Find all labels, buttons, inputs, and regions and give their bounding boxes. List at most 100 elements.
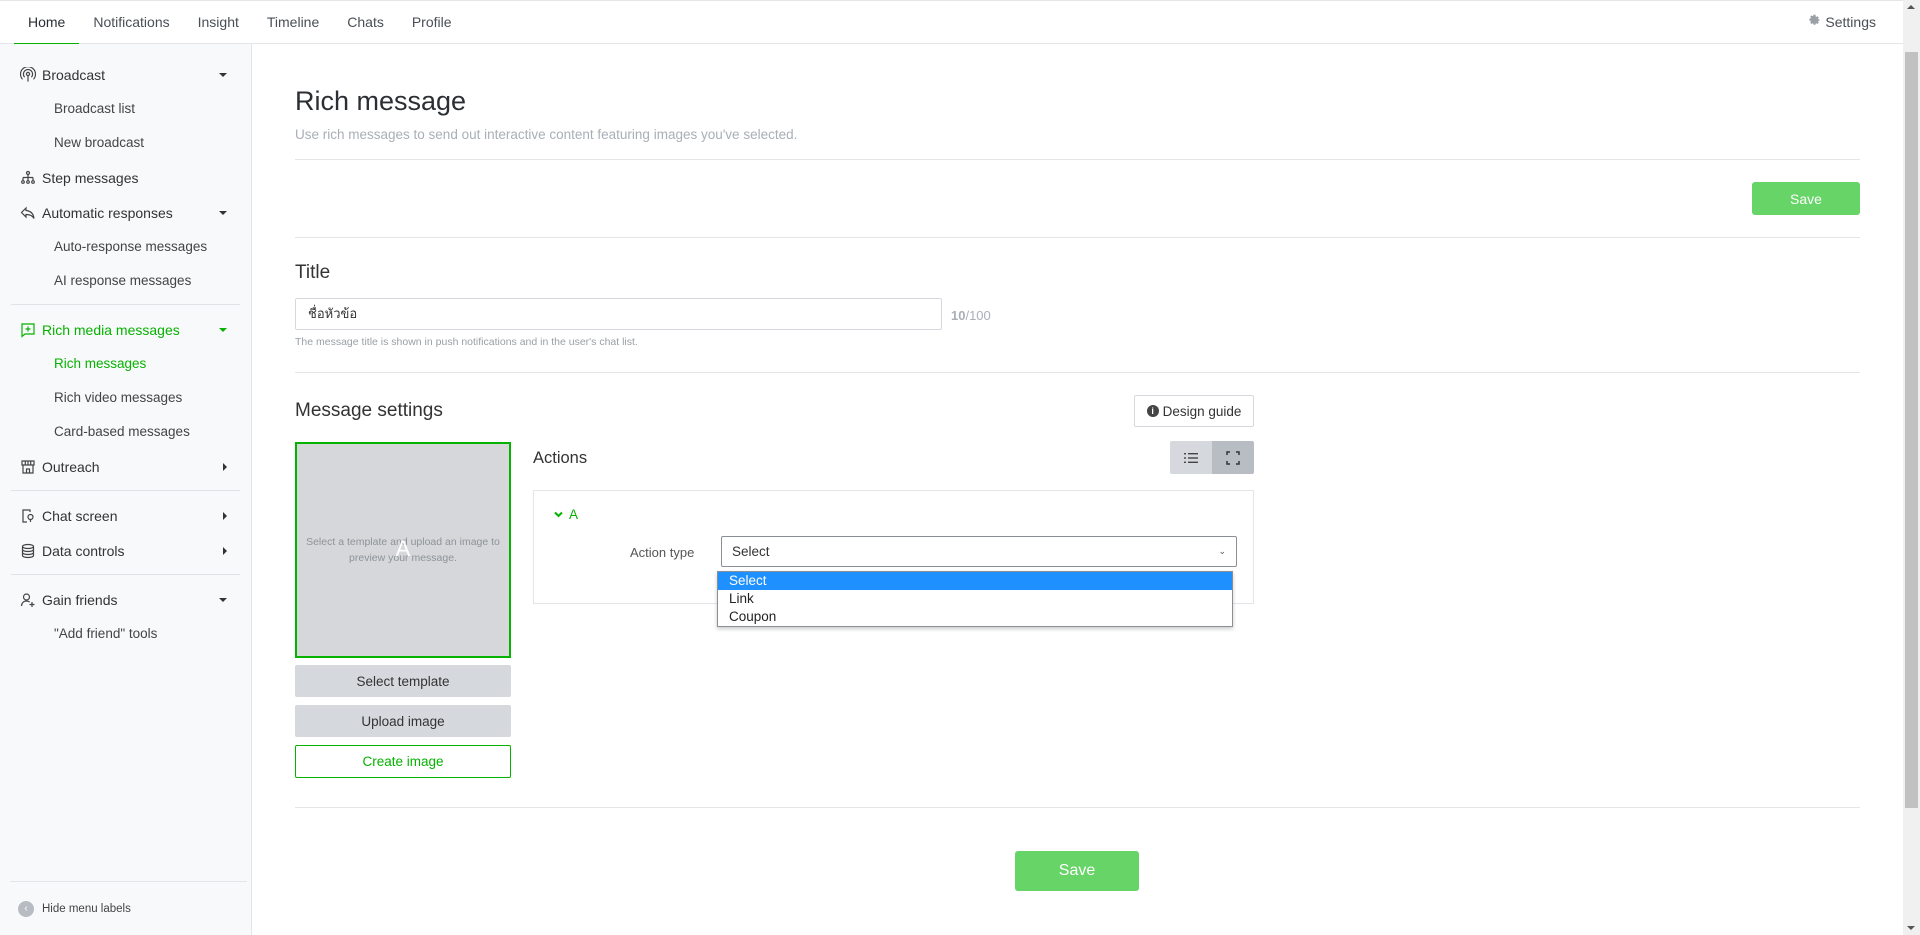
- tab-timeline[interactable]: Timeline: [253, 1, 333, 44]
- sidebar: Broadcast Broadcast list New broadcast S…: [0, 44, 252, 935]
- select-template-button[interactable]: Select template: [295, 665, 511, 697]
- chat-screen-icon: [19, 507, 36, 524]
- chevron-down-icon: ⌄: [1218, 546, 1226, 556]
- rich-media-icon: [19, 321, 36, 338]
- caret-right-icon: [223, 546, 227, 555]
- fullscreen-view-button[interactable]: [1212, 441, 1254, 474]
- sidebar-label: Data controls: [42, 542, 125, 559]
- tab-notifications[interactable]: Notifications: [79, 1, 183, 44]
- sidebar-label: Step messages: [42, 169, 139, 186]
- sidebar-item-auto-response-messages[interactable]: Auto-response messages: [0, 230, 251, 264]
- caret-right-icon: [223, 511, 227, 520]
- action-type-selected: Select: [732, 544, 770, 559]
- shop-icon: [19, 458, 36, 475]
- sidebar-item-step-messages[interactable]: Step messages: [0, 160, 251, 195]
- tab-home[interactable]: Home: [14, 1, 80, 45]
- sidebar-label: Automatic responses: [42, 204, 173, 221]
- action-type-select[interactable]: Select ⌄: [721, 536, 1237, 567]
- settings-link[interactable]: Settings: [1808, 1, 1876, 44]
- step-tree-icon: [19, 169, 36, 186]
- title-char-counter: 10/100: [951, 308, 991, 323]
- action-type-options: Select Link Coupon: [717, 571, 1233, 627]
- sidebar-divider: [11, 304, 240, 305]
- nav-group-broadcast: Broadcast Broadcast list New broadcast: [0, 57, 251, 160]
- caret-down-icon: [219, 327, 227, 332]
- create-image-button[interactable]: Create image: [295, 745, 511, 778]
- sidebar-item-add-friend-tools[interactable]: "Add friend" tools: [0, 617, 251, 651]
- broadcast-icon: [19, 66, 36, 83]
- view-toggle: [1170, 441, 1254, 474]
- action-type-label: Action type: [630, 545, 695, 560]
- char-count: 10: [951, 308, 966, 323]
- sidebar-divider: [11, 490, 240, 491]
- sidebar-divider: [11, 574, 240, 575]
- list-view-button[interactable]: [1170, 441, 1212, 474]
- option-link[interactable]: Link: [718, 590, 1232, 608]
- page-scrollbar[interactable]: [1903, 0, 1920, 935]
- upload-image-button[interactable]: Upload image: [295, 705, 511, 737]
- nav-group-gain-friends: Gain friends "Add friend" tools: [0, 582, 251, 651]
- chevron-left-icon: ‹: [18, 900, 34, 917]
- divider: [295, 159, 1860, 160]
- reply-icon: [19, 204, 36, 221]
- char-max: /100: [965, 308, 991, 323]
- tab-insight[interactable]: Insight: [184, 1, 253, 44]
- scroll-up-arrow-icon[interactable]: [1907, 5, 1915, 9]
- scroll-down-arrow-icon[interactable]: [1907, 926, 1915, 930]
- info-icon: i: [1146, 405, 1159, 417]
- sidebar-item-broadcast-list[interactable]: Broadcast list: [0, 92, 251, 126]
- area-a-toggle[interactable]: A: [554, 507, 578, 522]
- top-nav-bar: Home Notifications Insight Timeline Chat…: [0, 0, 1903, 45]
- option-select[interactable]: Select: [718, 572, 1232, 590]
- design-guide-label: Design guide: [1162, 403, 1242, 419]
- option-coupon[interactable]: Coupon: [718, 608, 1232, 626]
- scrollbar-thumb[interactable]: [1905, 52, 1918, 808]
- design-guide-button[interactable]: i Design guide: [1134, 395, 1254, 427]
- sidebar-item-data-controls[interactable]: Data controls: [0, 533, 251, 568]
- title-section-heading: Title: [295, 262, 331, 283]
- divider: [295, 807, 1860, 808]
- sidebar-item-card-based-messages[interactable]: Card-based messages: [0, 415, 251, 449]
- area-label: A: [569, 507, 579, 522]
- nav-group-rich-media: Rich media messages Rich messages Rich v…: [0, 312, 251, 449]
- save-button-bottom[interactable]: Save: [1015, 851, 1139, 891]
- sidebar-item-ai-response-messages[interactable]: AI response messages: [0, 264, 251, 298]
- caret-down-icon: [219, 597, 227, 602]
- main-tabs: Home Notifications Insight Timeline Chat…: [14, 1, 466, 45]
- hide-menu-labels-button[interactable]: ‹ Hide menu labels: [10, 881, 247, 935]
- sidebar-item-chat-screen[interactable]: Chat screen: [0, 498, 251, 533]
- sidebar-label: Chat screen: [42, 507, 118, 524]
- save-button-top[interactable]: Save: [1752, 182, 1860, 215]
- sidebar-item-broadcast[interactable]: Broadcast: [0, 57, 251, 92]
- chevron-down-icon: [554, 511, 563, 518]
- page-description: Use rich messages to send out interactiv…: [295, 127, 798, 142]
- divider: [295, 372, 1860, 373]
- list-icon: [1184, 452, 1198, 463]
- message-preview[interactable]: Select a template and upload an image to…: [295, 442, 511, 658]
- sidebar-item-rich-video-messages[interactable]: Rich video messages: [0, 381, 251, 415]
- sidebar-item-rich-media-messages[interactable]: Rich media messages: [0, 312, 251, 347]
- title-input[interactable]: ชื่อหัวข้อ: [295, 298, 942, 330]
- sidebar-item-outreach[interactable]: Outreach: [0, 449, 251, 484]
- caret-right-icon: [223, 462, 227, 471]
- sidebar-label: Broadcast: [42, 66, 106, 83]
- sidebar-item-automatic-responses[interactable]: Automatic responses: [0, 195, 251, 230]
- page-title: Rich message: [295, 86, 467, 116]
- fullscreen-icon: [1226, 450, 1240, 465]
- sidebar-item-rich-messages[interactable]: Rich messages: [0, 347, 251, 381]
- sidebar-label: Gain friends: [42, 591, 118, 608]
- sidebar-item-new-broadcast[interactable]: New broadcast: [0, 126, 251, 160]
- tab-chats[interactable]: Chats: [333, 1, 398, 44]
- tab-profile[interactable]: Profile: [398, 1, 466, 44]
- actions-heading: Actions: [533, 449, 588, 467]
- gear-icon: [1808, 1, 1821, 44]
- nav-group-automatic-responses: Automatic responses Auto-response messag…: [0, 195, 251, 298]
- settings-label: Settings: [1825, 14, 1876, 30]
- database-icon: [19, 542, 36, 559]
- divider: [295, 237, 1860, 238]
- caret-down-icon: [219, 72, 227, 77]
- sidebar-item-gain-friends[interactable]: Gain friends: [0, 582, 251, 617]
- message-settings-heading: Message settings: [295, 400, 443, 421]
- title-hint: The message title is shown in push notif…: [295, 336, 638, 348]
- sidebar-label: Rich media messages: [42, 321, 180, 338]
